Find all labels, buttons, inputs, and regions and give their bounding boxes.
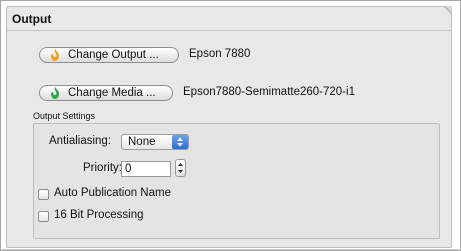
antialiasing-label: Antialiasing: <box>49 135 112 147</box>
change-media-label: Change Media ... <box>68 87 156 99</box>
output-panel: Output Change Output ... Epson 7880 Chan… <box>6 6 452 248</box>
bit16-label: 16 Bit Processing <box>54 209 144 221</box>
change-output-button[interactable]: Change Output ... <box>39 47 179 63</box>
auto-publication-checkbox[interactable] <box>38 189 49 200</box>
antialiasing-value: None <box>128 136 156 148</box>
antialiasing-select[interactable]: None <box>121 134 189 150</box>
panel-corner-fold <box>444 6 452 14</box>
panel-title: Output <box>12 12 52 26</box>
change-media-button[interactable]: Change Media ... <box>39 85 173 101</box>
select-arrows-icon <box>172 135 188 149</box>
auto-publication-label: Auto Publication Name <box>54 187 171 199</box>
output-settings-group: Antialiasing: None Priority: 0 Auto Publ… <box>33 123 440 239</box>
bit16-checkbox[interactable] <box>38 211 49 222</box>
output-flame-icon <box>51 49 59 61</box>
change-output-label: Change Output ... <box>68 49 159 61</box>
output-settings-label: Output Settings <box>33 111 96 121</box>
output-device-value: Epson 7880 <box>189 48 251 60</box>
media-leaf-icon <box>51 87 59 99</box>
frame-bottom-line <box>2 249 459 250</box>
priority-label: Priority: <box>83 162 122 174</box>
media-profile-value: Epson7880-Semimatte260-720-i1 <box>183 86 355 98</box>
window-frame: Output Change Output ... Epson 7880 Chan… <box>0 0 461 251</box>
priority-input[interactable]: 0 <box>121 161 171 177</box>
stepper-arrows-icon <box>178 163 183 173</box>
title-separator <box>7 30 451 31</box>
priority-stepper[interactable] <box>175 159 186 177</box>
